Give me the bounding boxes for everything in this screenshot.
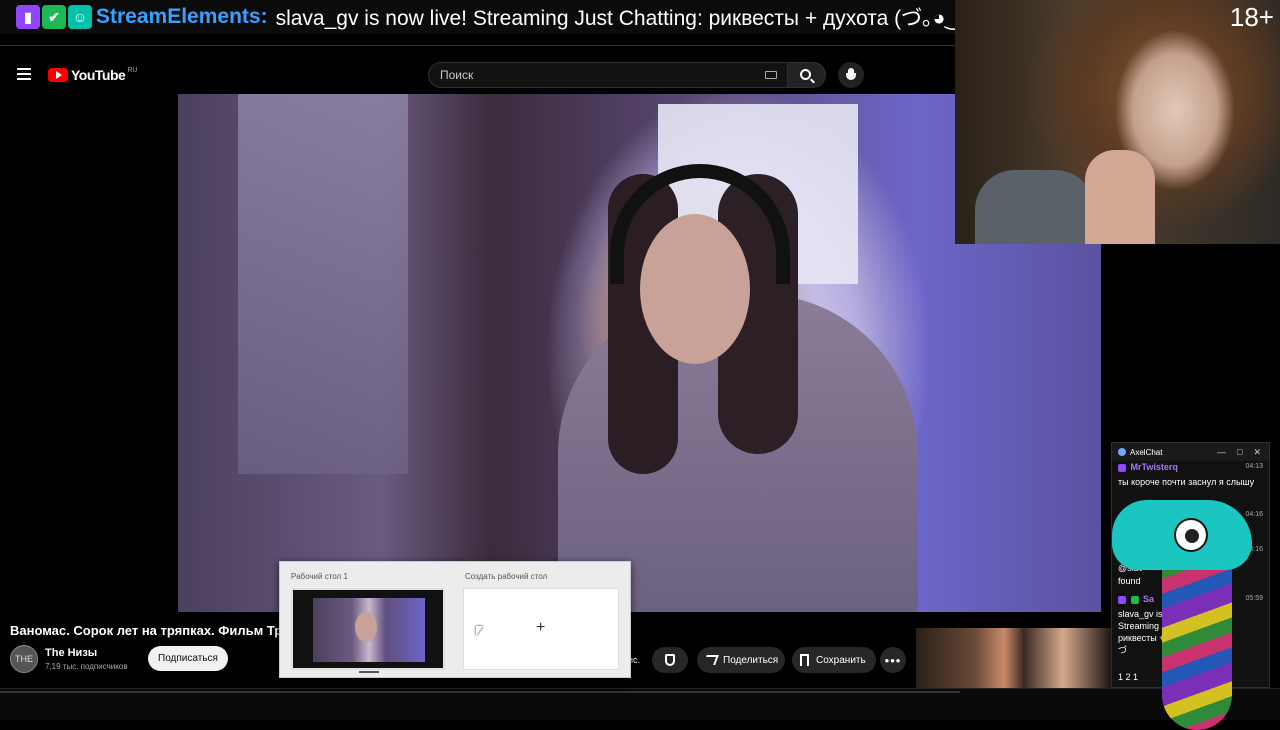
axelchat-logo-icon	[1118, 448, 1126, 456]
youtube-header: YouTube RU Поиск	[0, 56, 960, 94]
age-rating-label: 18+	[1229, 2, 1274, 32]
minimize-icon[interactable]: —	[1217, 447, 1226, 458]
chat-title: AxelChat	[1130, 447, 1163, 457]
close-icon[interactable]: ✕	[1253, 447, 1261, 458]
twitch-badge-icon: ▮	[16, 5, 40, 29]
share-button[interactable]: Поделиться	[697, 647, 785, 673]
new-desktop-label: Создать рабочий стол	[465, 572, 548, 581]
check-badge-icon: ✔	[42, 5, 66, 29]
keyboard-icon[interactable]	[765, 71, 777, 79]
recommended-video-thumbnail[interactable]	[916, 628, 1112, 688]
channel-name[interactable]: The Низы	[45, 647, 97, 659]
channel-subscribers: 7,19 тыс. подписчиков	[45, 662, 128, 671]
thumbs-down-icon	[665, 654, 675, 666]
video-title: Ваномас. Сорок лет на тряпках. Фильм Тр	[10, 623, 283, 638]
youtube-play-icon	[48, 68, 68, 82]
chat-author: MrTwisterq	[1130, 462, 1178, 472]
bot-badge-icon: ☺	[68, 5, 92, 29]
voice-search-button[interactable]	[838, 62, 864, 88]
mouse-cursor-icon	[476, 626, 483, 636]
puppet-eye	[1174, 518, 1208, 552]
streamer-facecam	[955, 0, 1280, 244]
virtual-desktop-switcher: Рабочий стол 1 Создать рабочий стол +	[279, 561, 631, 678]
bookmark-icon	[800, 654, 809, 666]
more-actions-button[interactable]: •••	[880, 647, 906, 673]
alert-message: slava_gv is now live! Streaming Just Cha…	[275, 7, 1031, 30]
save-label: Сохранить	[816, 654, 866, 666]
search-input[interactable]: Поиск	[428, 62, 788, 88]
maximize-icon[interactable]: □	[1237, 447, 1242, 458]
twitch-badge-icon	[1118, 463, 1126, 472]
region-label: RU	[127, 66, 138, 74]
chat-titlebar[interactable]: AxelChat — □ ✕	[1112, 443, 1269, 461]
video-background-window	[238, 94, 408, 474]
more-icon: •••	[884, 652, 902, 668]
youtube-logo[interactable]: YouTube RU	[48, 67, 137, 83]
save-button[interactable]: Сохранить	[792, 647, 876, 673]
new-desktop-button[interactable]: +	[463, 588, 619, 670]
truncated-label: ис.	[628, 655, 641, 665]
sock-puppet-overlay	[1112, 490, 1262, 730]
chat-text: ты короче почти заснул я слышу	[1118, 477, 1255, 487]
plus-icon: +	[536, 619, 546, 636]
share-label: Поделиться	[723, 654, 779, 666]
taskbar	[0, 688, 1280, 720]
youtube-logo-text: YouTube	[71, 67, 126, 83]
dislike-button[interactable]	[652, 647, 688, 673]
menu-icon[interactable]	[17, 68, 31, 80]
chat-message: MrTwisterq	[1118, 461, 1266, 473]
subscribe-button[interactable]: Подписаться	[148, 646, 228, 671]
desktop-1-label: Рабочий стол 1	[291, 572, 348, 581]
desktop-1-thumbnail[interactable]	[291, 588, 445, 670]
chat-time: 04:13	[1245, 463, 1263, 470]
alert-source-name: StreamElements:	[96, 5, 268, 28]
search-placeholder: Поиск	[440, 68, 474, 82]
active-desktop-indicator	[359, 671, 379, 673]
search-button[interactable]	[788, 62, 826, 88]
search-icon	[800, 69, 811, 80]
channel-avatar[interactable]: THE	[10, 645, 38, 673]
share-icon	[703, 655, 719, 665]
